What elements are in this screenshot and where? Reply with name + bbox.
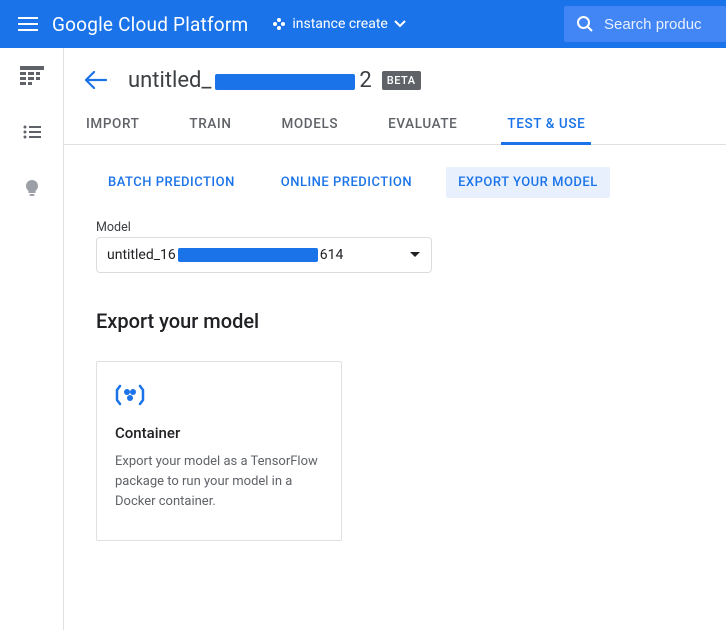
tab-test-use[interactable]: TEST & USE [505, 108, 587, 144]
arrow-left-icon [85, 71, 107, 89]
subtab-batch-prediction[interactable]: BATCH PREDICTION [96, 167, 247, 198]
tables-icon [18, 64, 46, 88]
back-button[interactable] [78, 62, 114, 98]
dataset-name: untitled_ 2 BETA [128, 68, 421, 93]
content-area: untitled_ 2 BETA IMPORT TRAIN MODELS EVAL… [64, 48, 726, 630]
redacted-text [215, 74, 355, 90]
search-icon [576, 15, 594, 33]
tab-train[interactable]: TRAIN [187, 108, 233, 144]
sub-tabs: BATCH PREDICTION ONLINE PREDICTION EXPOR… [64, 145, 726, 198]
model-block: Model untitled_16614 [64, 198, 726, 273]
primary-tabs: IMPORT TRAIN MODELS EVALUATE TEST & USE [64, 108, 726, 145]
hamburger-menu-button[interactable] [4, 0, 52, 48]
main-layout: untitled_ 2 BETA IMPORT TRAIN MODELS EVAL… [0, 48, 726, 630]
top-header: Google Cloud Platform instance create [0, 0, 726, 48]
export-container-card[interactable]: Container Export your model as a TensorF… [96, 361, 342, 541]
rail-list-button[interactable] [18, 118, 46, 146]
container-icon [115, 382, 323, 408]
lightbulb-icon [25, 179, 39, 197]
project-selector[interactable]: instance create [264, 12, 414, 36]
card-title: Container [115, 424, 323, 442]
tab-import[interactable]: IMPORT [84, 108, 141, 144]
dataset-name-prefix: untitled_ [128, 68, 211, 93]
chevron-down-icon [394, 20, 406, 28]
beta-badge: BETA [382, 71, 421, 90]
menu-icon [18, 17, 38, 31]
subtab-export-model[interactable]: EXPORT YOUR MODEL [446, 167, 610, 198]
tab-evaluate[interactable]: EVALUATE [386, 108, 459, 144]
page-header: untitled_ 2 BETA [64, 48, 726, 108]
search-input[interactable] [604, 16, 714, 33]
card-description: Export your model as a TensorFlow packag… [115, 452, 323, 512]
rail-tables-button[interactable] [18, 62, 46, 90]
section-heading: Export your model [64, 273, 726, 333]
rail-tips-button[interactable] [18, 174, 46, 202]
dataset-name-suffix: 2 [359, 68, 371, 93]
project-icon [272, 17, 286, 31]
redacted-text [178, 248, 318, 262]
left-rail [0, 48, 64, 630]
model-label: Model [96, 220, 706, 235]
model-selected-value: untitled_16614 [107, 247, 343, 263]
list-icon [23, 125, 41, 139]
product-title: Google Cloud Platform [52, 13, 248, 36]
model-select[interactable]: untitled_16614 [96, 237, 432, 273]
subtab-online-prediction[interactable]: ONLINE PREDICTION [269, 167, 424, 198]
project-name: instance create [292, 16, 388, 32]
chevron-down-icon [409, 251, 421, 259]
search-area[interactable] [564, 6, 726, 42]
tab-models[interactable]: MODELS [280, 108, 341, 144]
